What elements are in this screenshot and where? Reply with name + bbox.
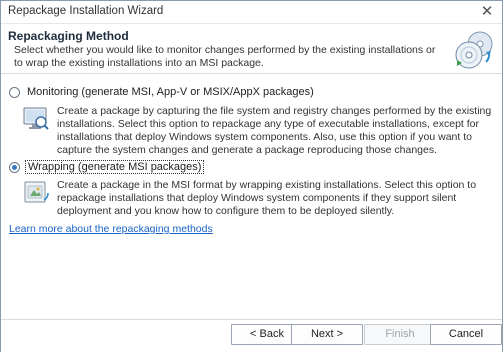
window-title: Repackage Installation Wizard xyxy=(8,5,164,17)
cancel-button[interactable]: Cancel xyxy=(430,324,502,345)
wizard-footer: < Back Next > Finish Cancel xyxy=(1,319,502,352)
wrapping-radio[interactable] xyxy=(9,161,20,173)
option-wrapping[interactable]: Wrapping (generate MSI packages) xyxy=(9,160,205,174)
package-wrap-icon xyxy=(24,181,49,203)
wizard-window: Repackage Installation Wizard ✕ Repackag… xyxy=(0,0,503,352)
learn-more-link[interactable]: Learn more about the repackaging methods xyxy=(9,223,213,235)
monitoring-radio[interactable] xyxy=(9,86,20,98)
wrapping-description: Create a package in the MSI format by wr… xyxy=(57,179,477,217)
page-title: Repackaging Method xyxy=(8,29,129,43)
repackage-discs-icon xyxy=(455,31,493,69)
title-bar[interactable]: Repackage Installation Wizard ✕ xyxy=(1,1,502,24)
page-description: Select whether you would like to monitor… xyxy=(14,44,436,69)
wrapping-label[interactable]: Wrapping (generate MSI packages) xyxy=(25,160,205,174)
wizard-header: Repackaging Method Select whether you wo… xyxy=(1,24,502,74)
wizard-content: Monitoring (generate MSI, App-V or MSIX/… xyxy=(1,74,502,319)
monitoring-label[interactable]: Monitoring (generate MSI, App-V or MSIX/… xyxy=(25,86,316,98)
next-button[interactable]: Next > xyxy=(291,324,363,345)
close-button[interactable]: ✕ xyxy=(472,1,502,23)
monitor-magnifier-icon xyxy=(23,107,49,130)
monitoring-description: Create a package by capturing the file s… xyxy=(57,105,492,156)
option-monitoring[interactable]: Monitoring (generate MSI, App-V or MSIX/… xyxy=(9,86,316,98)
finish-button[interactable]: Finish xyxy=(364,324,436,345)
